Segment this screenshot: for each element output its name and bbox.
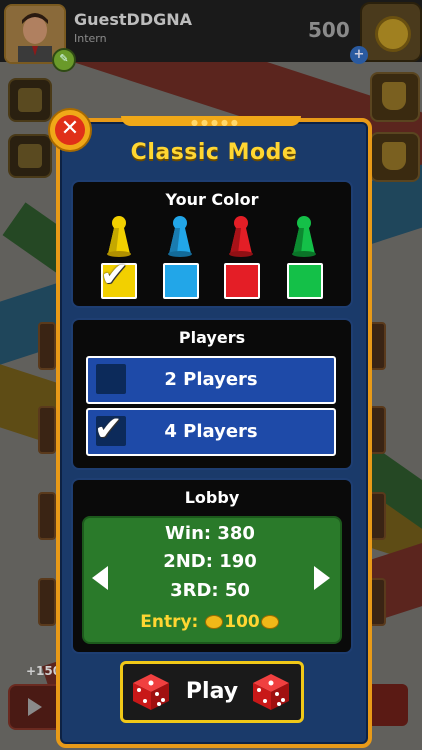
mode-button-left-3 — [38, 492, 56, 540]
mode-button-left-4 — [38, 578, 56, 626]
lobby-entry: Entry: 100 — [82, 612, 338, 632]
lobby-second: 2ND: 190 — [163, 551, 257, 572]
two-players-label: 2 Players — [164, 369, 258, 390]
smiley-icon — [382, 142, 406, 170]
dialog-top-tab: ●●●●● — [121, 116, 301, 127]
two-players-button[interactable]: 2 Players — [86, 356, 336, 404]
lobby-title: Lobby — [184, 488, 240, 507]
settings-button[interactable] — [8, 78, 52, 122]
dialog-title: Classic Mode — [130, 140, 298, 165]
play-video-icon — [28, 698, 42, 716]
add-coins-icon[interactable]: + — [350, 46, 368, 64]
coin-icon — [375, 16, 411, 52]
gear-icon — [18, 88, 42, 112]
yellow-pawn-icon — [104, 214, 134, 258]
four-players-label: 4 Players — [164, 421, 258, 442]
mode-button-left-1 — [38, 322, 56, 370]
coin-shop-button[interactable] — [360, 2, 422, 62]
color-option-red[interactable] — [224, 263, 260, 299]
four-players-button[interactable]: ✔ 4 Players — [86, 408, 336, 456]
entry-value: 100 — [224, 612, 260, 632]
trophy-button[interactable] — [370, 72, 420, 122]
yellow-check-icon: ✔ — [100, 255, 129, 295]
cards-button[interactable] — [8, 134, 52, 178]
mode-button-left-2 — [38, 406, 56, 454]
lobby-next-arrow-icon[interactable] — [314, 566, 330, 590]
green-pawn-icon — [289, 214, 319, 258]
players-title: Players — [178, 328, 246, 347]
entry-label: Entry: — [140, 612, 199, 632]
coin-icon — [260, 615, 279, 629]
dice-icon — [253, 674, 289, 710]
rank-label: Intern — [74, 32, 107, 45]
lobby-third: 3RD: 50 — [170, 580, 250, 601]
red-pawn-icon — [226, 214, 256, 258]
your-color-title: Your Color — [165, 190, 259, 209]
coin-icon — [205, 615, 224, 629]
coin-balance: 500 — [308, 18, 350, 42]
blue-pawn-icon — [165, 214, 195, 258]
cards-icon — [18, 144, 42, 168]
color-option-green[interactable] — [287, 263, 323, 299]
rewards-button[interactable] — [370, 132, 420, 182]
edit-profile-icon[interactable]: ✎ — [52, 48, 76, 72]
color-option-blue[interactable] — [163, 263, 199, 299]
play-button[interactable]: Play — [120, 661, 304, 723]
username: GuestDDGNA — [74, 10, 193, 29]
lobby-win: Win: 380 — [165, 523, 255, 544]
trophy-icon — [382, 82, 406, 110]
lobby-prev-arrow-icon[interactable] — [92, 566, 108, 590]
